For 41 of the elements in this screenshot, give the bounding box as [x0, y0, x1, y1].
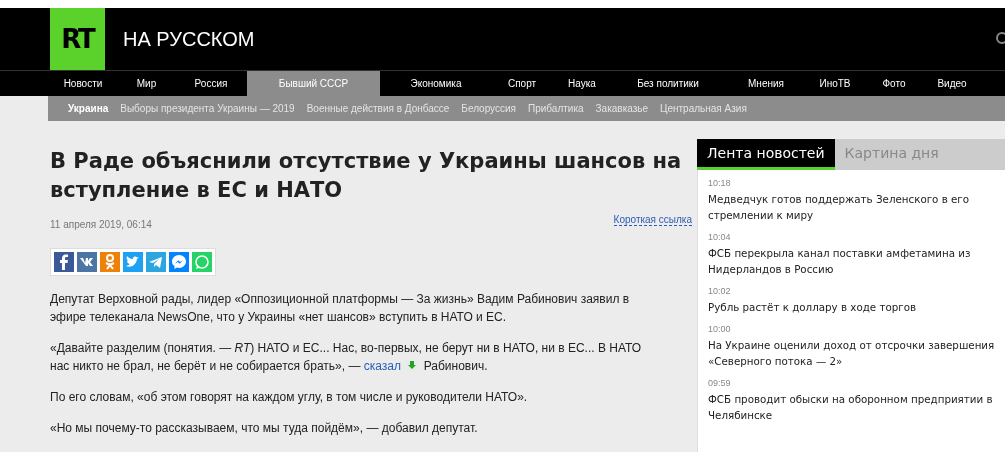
messenger-share-icon[interactable]	[169, 252, 189, 272]
article-date: 11 апреля 2019, 06:14	[50, 219, 152, 230]
twitter-share-icon[interactable]	[123, 252, 143, 272]
short-link[interactable]: Короткая ссылка	[613, 213, 692, 226]
ok-share-icon[interactable]	[100, 252, 120, 272]
news-headline[interactable]: ФСБ проводит обыски на оборонном предприятии в Челябинске	[708, 391, 995, 423]
nav-tab[interactable]: Мир	[118, 71, 175, 96]
news-time: 10:04	[708, 232, 732, 242]
nav-tab[interactable]: Видео	[926, 71, 978, 96]
site-title: НА РУССКОМ	[123, 27, 255, 51]
nav-tab[interactable]: ИноТВ	[808, 71, 862, 96]
download-arrow-icon	[406, 359, 419, 371]
inline-link[interactable]: сказал	[363, 359, 401, 373]
nav-tab[interactable]: Экономика	[380, 71, 492, 96]
news-headline[interactable]: Рубль растёт к доллару в ходе торгов	[708, 299, 995, 315]
news-time: 10:18	[708, 178, 732, 188]
news-headline[interactable]: На Украине оценили доход от отсрочки завершения «Северного потока — 2»	[708, 337, 995, 369]
article-title: В Раде объяснили отсутствие у Украины шансов на вступление в ЕС и НАТО	[50, 148, 683, 204]
news-headline[interactable]: ФСБ перекрыла канал поставки амфетамина из Нидерландов в Россию	[708, 245, 995, 277]
news-headline[interactable]: Медведчук готов поддержать Зеленского в его стремлении к миру	[708, 191, 995, 223]
article-paragraph: Депутат Верховной рады, лидер «Оппозиционной платформы — За жизнь» Вадим Рабинович заявил в эфире телеканала NewsOne, что у Украины «нет шансов» вступить в НАТО и ЕС.	[50, 291, 631, 326]
news-time: 10:02	[708, 286, 732, 296]
vk-share-icon[interactable]	[77, 252, 97, 272]
news-time: 09:59	[708, 378, 732, 388]
search-icon[interactable]	[995, 32, 1005, 46]
sidebar-tab[interactable]: Лента новостей	[697, 139, 835, 170]
nav-tab[interactable]: Новости	[48, 71, 118, 96]
article-paragraph: «Но мы почему-то рассказываем, что мы туда пойдём», — добавил депутат.	[50, 420, 479, 437]
article-paragraph: «Давайте разделим (понятия. — RT) НАТО и ЕС... Нас, во-первых, не берут ни в НАТО, ни в ЕС... В НАТО нас никто не брал, не берёт и не собирается брать», — сказал Рабинович.	[50, 340, 643, 375]
nav-tab[interactable]: Фото	[862, 71, 926, 96]
whatsapp-share-icon[interactable]	[192, 252, 212, 272]
nav-tab[interactable]: Мнения	[724, 71, 808, 96]
nav-tab[interactable]: Наука	[552, 71, 612, 96]
nav-tab[interactable]: Спорт	[492, 71, 552, 96]
nav-tab[interactable]: Без политики	[612, 71, 724, 96]
news-time: 10:00	[708, 324, 732, 334]
article-paragraph: По его словам, «об этом говорят на каждом углу, в том числе и руководители НАТО».	[50, 389, 529, 406]
rt-logo[interactable]: RT	[50, 8, 105, 70]
facebook-share-icon[interactable]	[54, 252, 74, 272]
nav-tab[interactable]: Россия	[175, 71, 247, 96]
telegram-share-icon[interactable]	[146, 252, 166, 272]
